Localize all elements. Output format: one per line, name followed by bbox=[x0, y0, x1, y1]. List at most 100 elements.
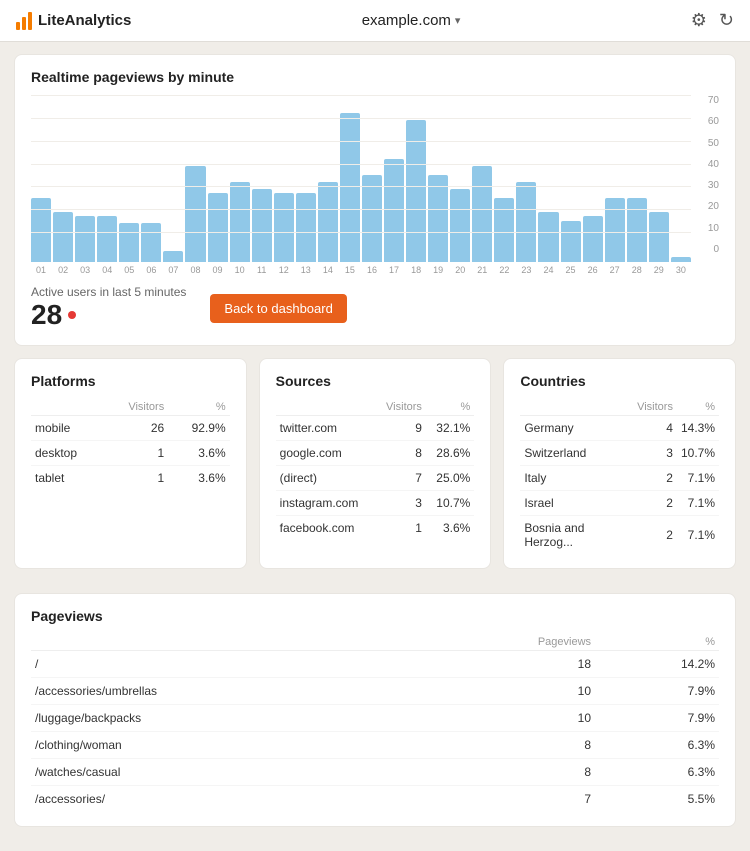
bar-label: 06 bbox=[146, 265, 156, 275]
bar-label: 01 bbox=[36, 265, 46, 275]
stats-row: Platforms Visitors % mobile 26 92.9% des… bbox=[14, 358, 736, 581]
bar-label: 12 bbox=[279, 265, 289, 275]
bar-label: 11 bbox=[257, 265, 266, 275]
table-row: /luggage/backpacks 10 7.9% bbox=[31, 705, 719, 732]
site-selector[interactable]: example.com ▾ bbox=[362, 12, 461, 29]
table-row: Germany 4 14.3% bbox=[520, 416, 719, 441]
active-users-label: Active users in last 5 minutes bbox=[31, 285, 186, 299]
y-label-20: 20 bbox=[708, 201, 719, 212]
pageview-path: /clothing/woman bbox=[31, 732, 415, 759]
pageview-pct: 5.5% bbox=[595, 786, 719, 813]
grid-line-30 bbox=[31, 186, 691, 187]
realtime-chart: 01 02 03 04 05 06 07 08 09 10 bbox=[31, 95, 719, 275]
table-row: desktop 1 3.6% bbox=[31, 441, 230, 466]
grid-line-40 bbox=[31, 164, 691, 165]
platforms-col-visitors: Visitors bbox=[104, 399, 168, 416]
table-row: / 18 14.2% bbox=[31, 651, 719, 678]
platforms-col-name bbox=[31, 399, 104, 416]
pageview-count: 7 bbox=[415, 786, 596, 813]
country-visitors: 2 bbox=[633, 491, 677, 516]
platforms-title: Platforms bbox=[31, 373, 230, 389]
source-name: google.com bbox=[276, 441, 376, 466]
settings-icon[interactable]: ⚙ bbox=[691, 10, 707, 31]
bar-label: 09 bbox=[213, 265, 223, 275]
pageview-count: 18 bbox=[415, 651, 596, 678]
logo-text: LiteAnalytics bbox=[38, 12, 131, 29]
table-row: Israel 2 7.1% bbox=[520, 491, 719, 516]
table-row: mobile 26 92.9% bbox=[31, 416, 230, 441]
logo-icon bbox=[16, 12, 32, 30]
pageviews-col-path bbox=[31, 634, 415, 651]
active-users-row: Active users in last 5 minutes 28 Back t… bbox=[31, 285, 719, 331]
pageview-path: / bbox=[31, 651, 415, 678]
site-name: example.com bbox=[362, 12, 451, 29]
realtime-card: Realtime pageviews by minute 01 02 03 bbox=[14, 54, 736, 346]
bar-label: 08 bbox=[190, 265, 200, 275]
active-users-number: 28 bbox=[31, 299, 62, 331]
country-pct: 10.7% bbox=[677, 441, 719, 466]
grid-line-50 bbox=[31, 141, 691, 142]
platform-name: tablet bbox=[31, 466, 104, 491]
logo-bar-2 bbox=[22, 17, 26, 30]
y-label-0: 0 bbox=[713, 244, 719, 255]
countries-card: Countries Visitors % Germany 4 14.3% Swi… bbox=[503, 358, 736, 569]
country-visitors: 3 bbox=[633, 441, 677, 466]
header-actions: ⚙ ↻ bbox=[691, 10, 734, 31]
country-pct: 14.3% bbox=[677, 416, 719, 441]
bar-label: 19 bbox=[433, 265, 443, 275]
bar-label: 15 bbox=[345, 265, 355, 275]
platform-name: desktop bbox=[31, 441, 104, 466]
refresh-icon[interactable]: ↻ bbox=[719, 10, 734, 31]
bar-label: 02 bbox=[58, 265, 68, 275]
platform-pct: 3.6% bbox=[168, 466, 229, 491]
sources-table: Visitors % twitter.com 9 32.1% google.co… bbox=[276, 399, 475, 540]
platform-name: mobile bbox=[31, 416, 104, 441]
source-pct: 3.6% bbox=[426, 516, 474, 541]
pageview-pct: 7.9% bbox=[595, 678, 719, 705]
bar-label: 14 bbox=[323, 265, 333, 275]
logo: LiteAnalytics bbox=[16, 12, 131, 30]
platform-pct: 3.6% bbox=[168, 441, 229, 466]
platform-visitors: 1 bbox=[104, 441, 168, 466]
table-row: /accessories/umbrellas 10 7.9% bbox=[31, 678, 719, 705]
table-row: facebook.com 1 3.6% bbox=[276, 516, 475, 541]
pageview-pct: 6.3% bbox=[595, 759, 719, 786]
countries-col-visitors: Visitors bbox=[633, 399, 677, 416]
table-row: google.com 8 28.6% bbox=[276, 441, 475, 466]
source-visitors: 9 bbox=[375, 416, 425, 441]
sources-col-visitors: Visitors bbox=[375, 399, 425, 416]
bar-label: 23 bbox=[521, 265, 531, 275]
active-users-count: 28 bbox=[31, 299, 186, 331]
source-visitors: 1 bbox=[375, 516, 425, 541]
back-to-dashboard-button[interactable]: Back to dashboard bbox=[210, 294, 346, 323]
table-row: Switzerland 3 10.7% bbox=[520, 441, 719, 466]
bar-label: 27 bbox=[610, 265, 620, 275]
countries-table: Visitors % Germany 4 14.3% Switzerland 3… bbox=[520, 399, 719, 554]
bar-label: 03 bbox=[80, 265, 90, 275]
pageviews-col-pageviews: Pageviews bbox=[415, 634, 596, 651]
country-name: Germany bbox=[520, 416, 633, 441]
pageviews-col-pct: % bbox=[595, 634, 719, 651]
grid-line-20 bbox=[31, 209, 691, 210]
table-row: /clothing/woman 8 6.3% bbox=[31, 732, 719, 759]
country-pct: 7.1% bbox=[677, 516, 719, 555]
source-visitors: 7 bbox=[375, 466, 425, 491]
sources-card: Sources Visitors % twitter.com 9 32.1% g… bbox=[259, 358, 492, 569]
country-pct: 7.1% bbox=[677, 491, 719, 516]
grid-line-70 bbox=[31, 95, 691, 96]
source-pct: 25.0% bbox=[426, 466, 474, 491]
sources-title: Sources bbox=[276, 373, 475, 389]
bar-label: 04 bbox=[102, 265, 112, 275]
table-row: (direct) 7 25.0% bbox=[276, 466, 475, 491]
y-label-30: 30 bbox=[708, 180, 719, 191]
table-row: /accessories/ 7 5.5% bbox=[31, 786, 719, 813]
table-row: /watches/casual 8 6.3% bbox=[31, 759, 719, 786]
table-row: tablet 1 3.6% bbox=[31, 466, 230, 491]
pageview-pct: 14.2% bbox=[595, 651, 719, 678]
pageview-path: /accessories/umbrellas bbox=[31, 678, 415, 705]
y-axis: 70 60 50 40 30 20 10 0 bbox=[695, 95, 719, 255]
platform-visitors: 26 bbox=[104, 416, 168, 441]
sources-col-pct: % bbox=[426, 399, 474, 416]
logo-bar-3 bbox=[28, 12, 32, 30]
logo-bar-1 bbox=[16, 22, 20, 30]
